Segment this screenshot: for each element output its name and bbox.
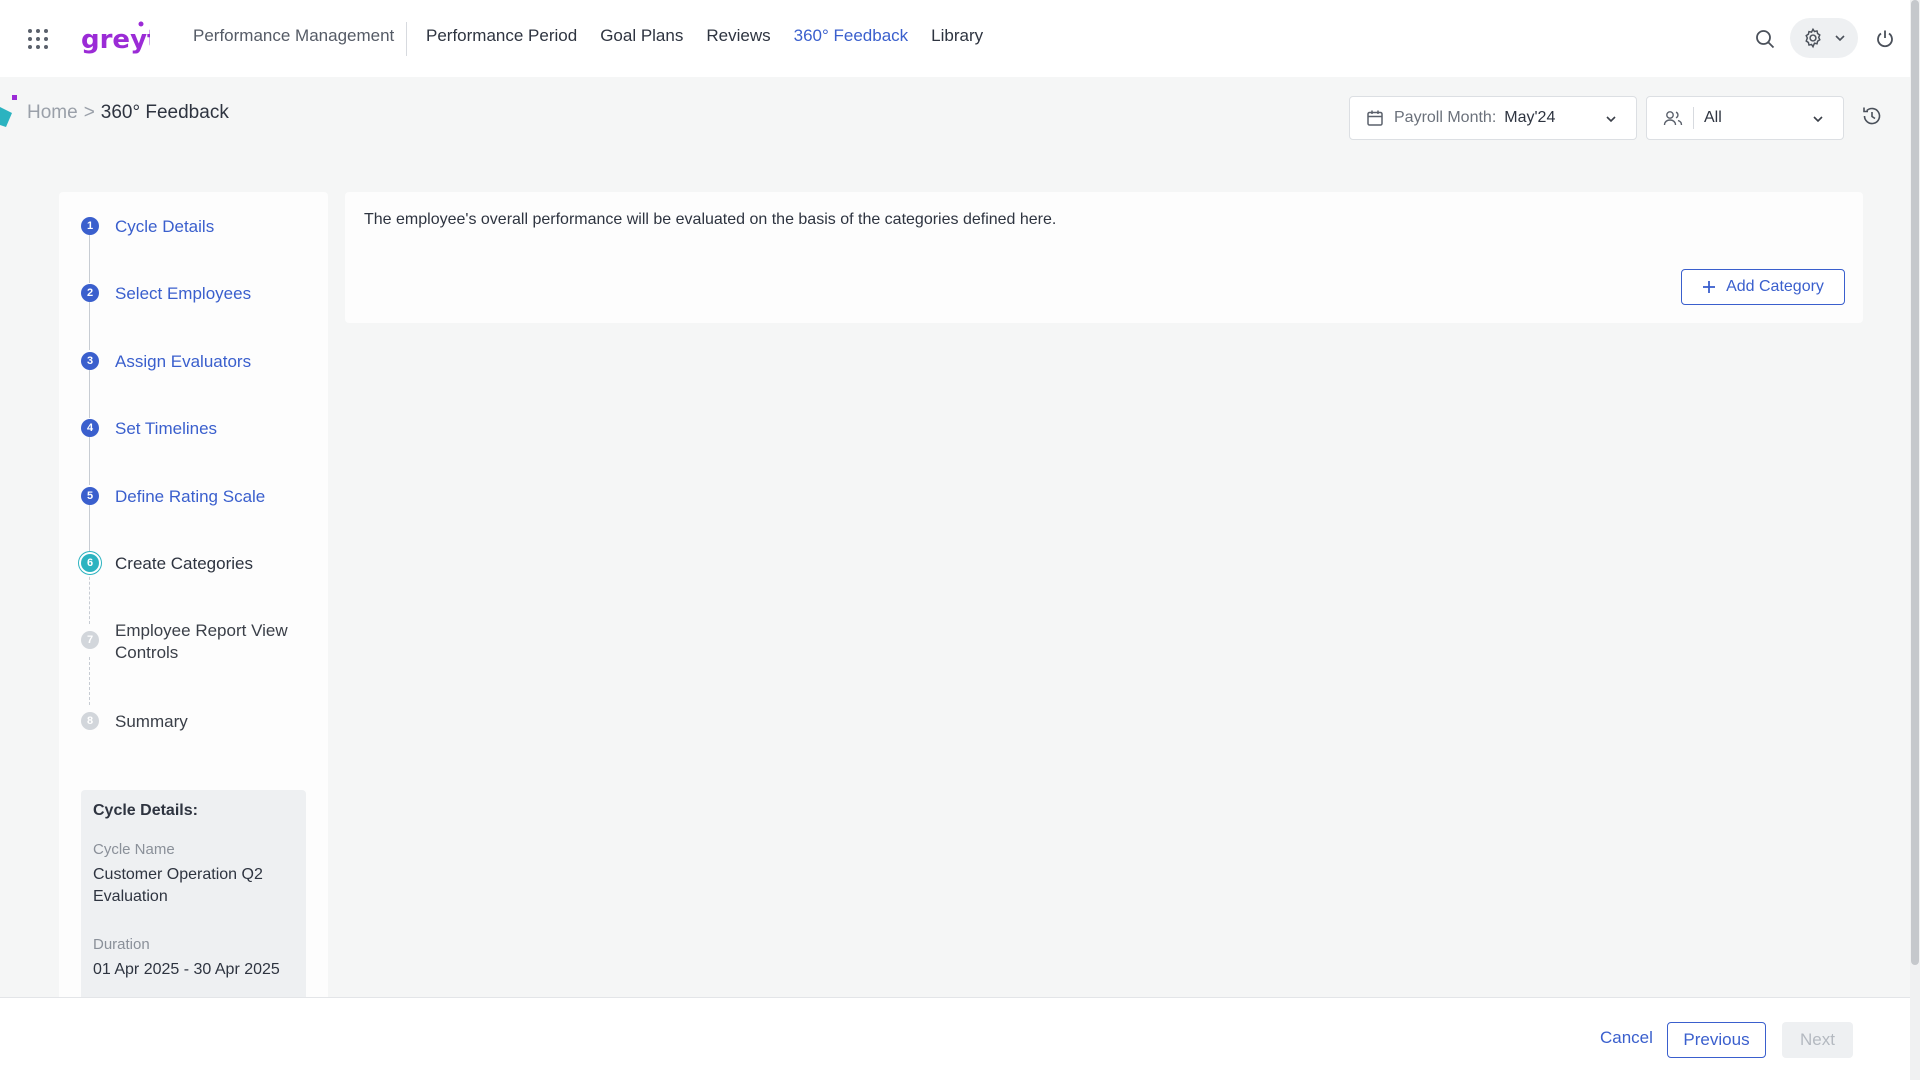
step-connector bbox=[89, 437, 90, 485]
payroll-month-select[interactable]: Payroll Month: May'24 bbox=[1349, 96, 1637, 140]
step-number: 2 bbox=[81, 284, 99, 302]
step-connector bbox=[89, 302, 90, 350]
wizard-footer: Cancel Previous Next bbox=[0, 997, 1910, 1080]
step-label: Employee Report View Controls bbox=[115, 621, 288, 662]
step-assign-evaluators[interactable]: 3 Assign Evaluators bbox=[81, 351, 290, 373]
add-category-label: Add Category bbox=[1726, 278, 1824, 295]
module-title: Performance Management bbox=[193, 26, 395, 45]
settings-menu-button[interactable] bbox=[1790, 18, 1858, 58]
breadcrumb: Home > 360° Feedback bbox=[27, 102, 229, 124]
history-icon[interactable] bbox=[1860, 104, 1886, 130]
step-number-pending: 8 bbox=[81, 712, 99, 730]
step-label: Define Rating Scale bbox=[115, 487, 266, 506]
categories-panel: The employee's overall performance will … bbox=[345, 192, 1863, 323]
cycle-details-title: Cycle Details: bbox=[93, 802, 198, 819]
wizard-stepper: 1 Cycle Details 2 Select Employees 3 Ass… bbox=[59, 192, 328, 1002]
app-launcher-grid-icon[interactable] bbox=[27, 28, 49, 50]
employee-group-value: All bbox=[1704, 109, 1722, 126]
nav-library[interactable]: Library bbox=[931, 26, 983, 46]
nav-360-feedback[interactable]: 360° Feedback bbox=[794, 26, 909, 46]
calendar-icon bbox=[1367, 110, 1383, 126]
scrollbar-thumb[interactable] bbox=[1911, 0, 1919, 965]
step-connector bbox=[89, 572, 90, 624]
chevron-down-icon bbox=[1606, 116, 1616, 123]
step-connector bbox=[89, 657, 90, 705]
select-divider bbox=[1693, 107, 1694, 129]
breadcrumb-separator: > bbox=[83, 102, 95, 123]
chevron-down-icon bbox=[1835, 35, 1845, 42]
cycle-name-value: Customer Operation Q2 Evaluation bbox=[93, 866, 263, 905]
step-label: Select Employees bbox=[115, 284, 252, 303]
step-cycle-details[interactable]: 1 Cycle Details bbox=[81, 216, 290, 238]
next-button: Next bbox=[1782, 1022, 1853, 1058]
step-create-categories[interactable]: 6 Create Categories bbox=[81, 553, 290, 575]
decorative-shape-icon bbox=[0, 95, 18, 129]
step-label: Cycle Details bbox=[115, 217, 215, 236]
plus-icon bbox=[1703, 281, 1716, 293]
page-scrollbar[interactable] bbox=[1910, 0, 1920, 1080]
svg-text:greyt: greyt bbox=[81, 25, 150, 55]
nav-divider bbox=[406, 22, 407, 56]
nav-goal-plans[interactable]: Goal Plans bbox=[600, 26, 683, 46]
step-number: 5 bbox=[81, 487, 99, 505]
add-category-button[interactable]: Add Category bbox=[1681, 269, 1845, 305]
step-select-employees[interactable]: 2 Select Employees bbox=[81, 283, 290, 305]
step-define-rating-scale[interactable]: 5 Define Rating Scale bbox=[81, 486, 290, 508]
step-label: Summary bbox=[115, 712, 188, 731]
step-label: Set Timelines bbox=[115, 419, 218, 438]
cycle-details-summary: Cycle Details: Cycle Name Customer Opera… bbox=[81, 790, 306, 1002]
nav-performance-period[interactable]: Performance Period bbox=[426, 26, 577, 46]
step-label: Assign Evaluators bbox=[115, 352, 252, 371]
search-icon[interactable] bbox=[1750, 24, 1780, 54]
users-icon bbox=[1663, 111, 1683, 126]
page-title: 360° Feedback bbox=[100, 102, 229, 123]
gear-icon bbox=[1805, 27, 1821, 49]
cancel-button[interactable]: Cancel bbox=[1600, 1028, 1653, 1048]
step-set-timelines[interactable]: 4 Set Timelines bbox=[81, 418, 290, 440]
step-number-current: 6 bbox=[81, 554, 99, 572]
step-number: 4 bbox=[81, 419, 99, 437]
top-navigation-bar: greyt Performance Management Performance… bbox=[0, 0, 1920, 77]
step-connector bbox=[89, 370, 90, 418]
previous-button[interactable]: Previous bbox=[1667, 1022, 1766, 1058]
step-number-pending: 7 bbox=[81, 631, 99, 649]
logout-power-icon[interactable] bbox=[1870, 24, 1900, 54]
nav-reviews[interactable]: Reviews bbox=[706, 26, 770, 46]
cycle-name-label: Cycle Name bbox=[93, 841, 175, 858]
categories-description: The employee's overall performance will … bbox=[364, 211, 1057, 228]
greythr-logo[interactable]: greyt bbox=[80, 18, 159, 58]
duration-label: Duration bbox=[93, 936, 150, 953]
step-connector bbox=[89, 235, 90, 283]
breadcrumb-home[interactable]: Home bbox=[27, 102, 78, 124]
chevron-down-icon bbox=[1813, 116, 1823, 123]
step-employee-report-view-controls: 7 Employee Report View Controls bbox=[81, 620, 290, 664]
step-label: Create Categories bbox=[115, 554, 253, 573]
duration-value: 01 Apr 2025 - 30 Apr 2025 bbox=[93, 961, 280, 978]
main-nav: Performance Period Goal Plans Reviews 36… bbox=[426, 26, 983, 46]
step-number: 1 bbox=[81, 217, 99, 235]
payroll-month-value: May'24 bbox=[1504, 109, 1556, 126]
employee-group-select[interactable]: All bbox=[1646, 96, 1844, 140]
step-connector bbox=[89, 504, 90, 552]
step-number: 3 bbox=[81, 352, 99, 370]
step-summary: 8 Summary bbox=[81, 711, 290, 733]
payroll-month-label: Payroll Month: bbox=[1394, 109, 1497, 126]
